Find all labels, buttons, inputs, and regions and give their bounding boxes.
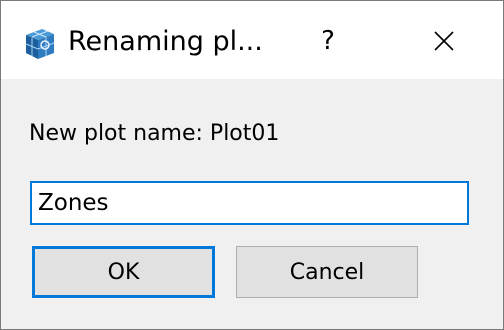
close-button[interactable] bbox=[417, 15, 471, 67]
ok-button[interactable]: OK bbox=[32, 246, 215, 298]
help-button[interactable]: ? bbox=[301, 15, 355, 67]
window-title: Renaming pl... bbox=[68, 26, 263, 57]
plot-name-input[interactable] bbox=[30, 181, 469, 225]
new-plot-name-label: New plot name: Plot01 bbox=[29, 121, 280, 146]
rename-plot-dialog: Renaming pl... ? New plot name: Plot01 O… bbox=[0, 0, 504, 330]
dialog-body: New plot name: Plot01 OK Cancel bbox=[1, 79, 503, 329]
plot-cube-icon bbox=[25, 29, 55, 59]
title-bar: Renaming pl... ? bbox=[1, 1, 503, 79]
cancel-button[interactable]: Cancel bbox=[236, 246, 418, 298]
close-icon bbox=[434, 31, 454, 51]
